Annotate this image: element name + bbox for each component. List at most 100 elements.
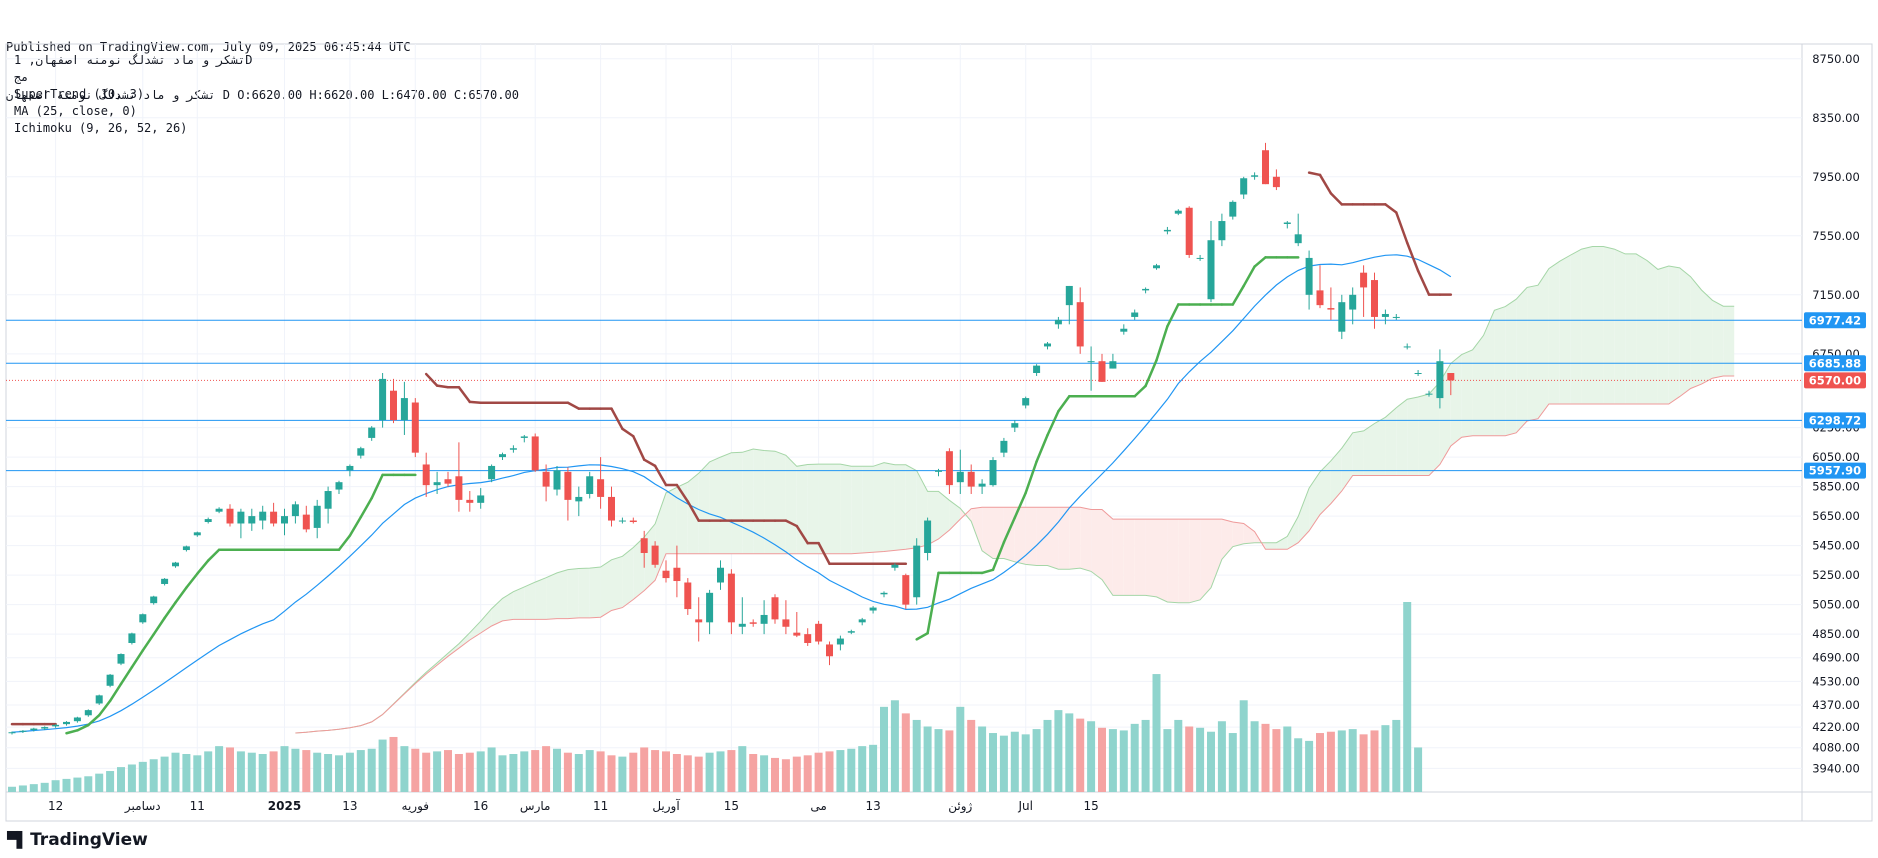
- volume-bar: [378, 739, 387, 792]
- candle-body: [172, 562, 179, 567]
- cloud-segment: [1701, 290, 1713, 385]
- cloud-segment: [873, 462, 884, 553]
- volume-bar: [814, 752, 823, 792]
- volume-bar: [247, 752, 256, 792]
- candle-body: [1272, 176, 1280, 188]
- volume-bar: [1196, 727, 1205, 792]
- volume-bar: [1294, 738, 1303, 792]
- supertrend-segment: [152, 616, 166, 636]
- volume-bar: [95, 773, 104, 792]
- volume-bar: [803, 755, 812, 792]
- cloud-segment: [1189, 519, 1201, 603]
- supertrend-segment: [566, 401, 581, 410]
- volume-bar: [716, 751, 725, 792]
- candle-body: [640, 538, 648, 553]
- price-tick-label: 5050.00: [1812, 598, 1860, 612]
- cloud-segment: [535, 577, 547, 620]
- time-tick-label: 15: [1083, 799, 1098, 813]
- cloud-segment: [731, 452, 743, 554]
- volume-bar: [1185, 726, 1194, 792]
- candle-body: [782, 619, 790, 627]
- indicator-ma[interactable]: MA (25, close, 0): [14, 103, 252, 120]
- candle-body: [684, 582, 692, 610]
- volume-bar: [771, 757, 779, 792]
- volume-bar: [182, 754, 191, 792]
- candle-body: [1174, 210, 1182, 214]
- tradingview-brand[interactable]: ▀▌ TradingView: [7, 830, 148, 850]
- cloud-segment: [1025, 507, 1037, 566]
- volume-bar: [1403, 602, 1412, 792]
- volume-bar: [509, 754, 518, 792]
- candle-body: [357, 448, 365, 456]
- candle-body: [237, 511, 245, 524]
- candle-body: [771, 597, 779, 620]
- cloud-segment: [622, 547, 634, 608]
- cloud-segment: [1330, 448, 1342, 504]
- cloud-segment: [993, 507, 1004, 559]
- volume-bar: [1065, 713, 1074, 792]
- candle-body: [1425, 393, 1433, 395]
- supertrend-segment: [1318, 173, 1333, 195]
- cloud-segment: [1636, 253, 1647, 404]
- candle-body: [1076, 302, 1084, 347]
- cloud-segment: [1592, 246, 1604, 404]
- candle-body: [989, 460, 997, 486]
- volume-bar: [640, 747, 649, 792]
- time-tick-label: 13: [342, 799, 357, 813]
- volume-bar: [400, 746, 409, 792]
- cloud-segment: [905, 464, 917, 550]
- candle-body: [847, 631, 855, 633]
- price-chart[interactable]: 3940.00 4080.00 4220.00 4370.00 4530.00 4690.…: [0, 0, 1878, 858]
- cloud-segment: [1363, 423, 1375, 476]
- volume-bar: [302, 750, 311, 792]
- volume-bar: [945, 730, 954, 792]
- supertrend-segment: [424, 372, 439, 387]
- indicator-ichimoku[interactable]: Ichimoku (9, 26, 52, 26): [14, 120, 252, 137]
- cloud-segment: [1341, 432, 1353, 492]
- candle-body: [422, 464, 430, 486]
- candle-body: [1033, 365, 1041, 374]
- supertrend-segment: [196, 559, 210, 575]
- candle-body: [390, 390, 397, 421]
- candle-body: [662, 570, 670, 579]
- supertrend-segment: [1057, 394, 1071, 413]
- cloud-segment: [1505, 299, 1517, 436]
- candle-body: [1098, 361, 1106, 382]
- time-tick-label: آوریل: [652, 798, 680, 814]
- candle-body: [542, 471, 550, 487]
- candle-body: [1392, 316, 1400, 318]
- volume-bar: [923, 726, 932, 792]
- time-axis[interactable]: 12 دسامبر 11 2025 13 فوریه 16 مارس 11 آوریل 15 می 13…: [48, 798, 1099, 814]
- candle-body: [1447, 373, 1455, 381]
- candle-body: [651, 545, 659, 565]
- volume-bar: [1141, 719, 1150, 792]
- volume-bar: [1130, 723, 1139, 792]
- volume-bar: [1348, 729, 1357, 792]
- supertrend-segment: [174, 586, 188, 604]
- cloud-segment: [1200, 519, 1211, 600]
- candle-body: [379, 378, 387, 421]
- volume-bar: [411, 748, 420, 792]
- candle-body: [1316, 290, 1324, 306]
- volume-bar: [476, 751, 485, 792]
- volume-bar: [160, 756, 169, 792]
- time-tick-label: ژوئن: [948, 799, 972, 814]
- volume-bar: [1152, 674, 1161, 792]
- candle-body: [618, 520, 626, 522]
- volume-bar: [433, 751, 442, 792]
- supertrend-segment: [1155, 325, 1169, 362]
- cloud-segment: [971, 507, 983, 551]
- cloud-segment: [1385, 407, 1397, 476]
- cloud-segment: [1091, 509, 1102, 580]
- candle-body: [8, 732, 16, 734]
- symbol-title[interactable]: تشکر و ماد تشدلگ نومنه اصفهان, 1D: [14, 52, 252, 69]
- candle-body: [553, 470, 561, 490]
- candle-body: [586, 476, 594, 494]
- supertrend-segment: [1133, 384, 1147, 398]
- volume-bar: [1272, 729, 1281, 792]
- indicator-supertrend[interactable]: SuperTrend (10, 3): [14, 86, 252, 103]
- candle-body: [706, 592, 714, 623]
- cloud-segment: [698, 461, 710, 554]
- supertrend-segment: [206, 548, 221, 562]
- cloud-segment: [1712, 300, 1724, 379]
